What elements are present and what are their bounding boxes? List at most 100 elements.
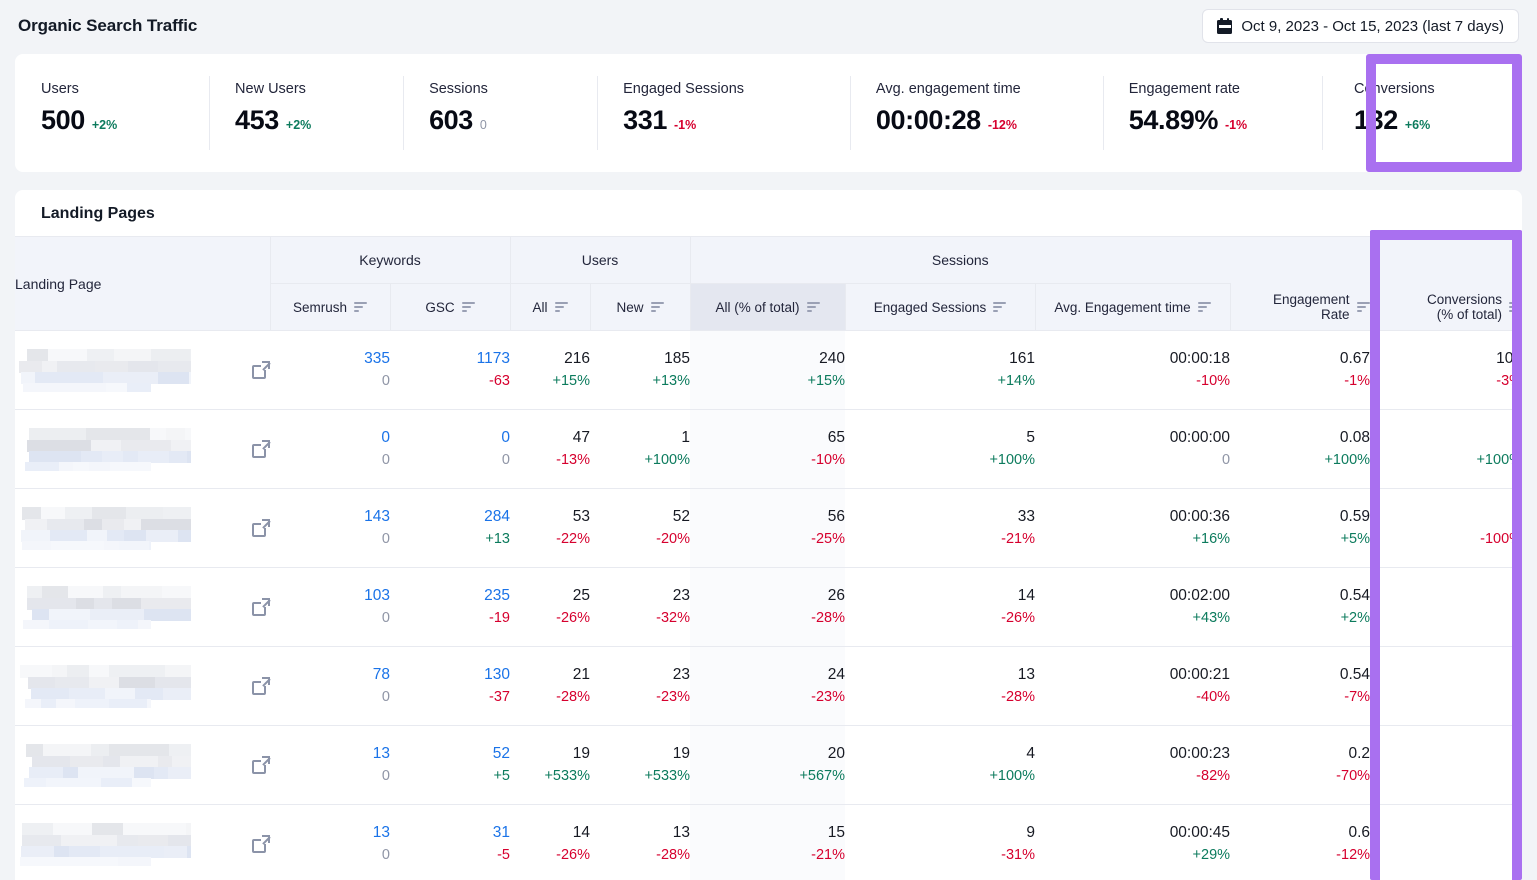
cell-delta: +14% [845,370,1035,393]
table-row[interactable]: 780130-3721-28%23-23%24-23%13-28%00:00:2… [15,647,1522,726]
table-row[interactable]: 1030235-1925-26%23-32%26-28%14-26%00:02:… [15,568,1522,647]
external-link-icon[interactable] [252,519,270,537]
kpi-sessions: Sessions 603 0 [403,54,597,172]
table-row[interactable]: 000047-13%1+100%65-10%5+100%00:00:0000.0… [15,410,1522,489]
external-link-icon[interactable] [252,598,270,616]
cell-sessions-all: 20+567% [690,726,845,805]
cell-conversions: 108-3% [1370,331,1522,410]
external-link-icon[interactable] [252,361,270,379]
cell-conversions: 0-100% [1370,489,1522,568]
cell-conversions: 00 [1370,726,1522,805]
sort-icon[interactable] [651,302,664,313]
landing-page-cell[interactable] [15,568,270,647]
header-landing-page[interactable]: Landing Page [15,237,270,331]
cell-gsc: 00 [390,410,510,489]
cell-users-all: 47-13% [510,410,590,489]
kpi-value: 500 [41,105,85,136]
header-gsc[interactable]: GSC [390,284,510,331]
cell-gsc: 1173-63 [390,331,510,410]
landing-page-cell[interactable] [15,647,270,726]
sort-icon[interactable] [462,302,475,313]
header-users-all[interactable]: All [510,284,590,331]
header-engagement-rate[interactable]: Engagement Rate [1230,284,1370,331]
external-link-icon[interactable] [252,756,270,774]
cell-value: 5 [845,426,1035,449]
table-row[interactable]: 1430284+1353-22%52-20%56-25%33-21%00:00:… [15,489,1522,568]
header-sessions-all-label: All (% of total) [715,300,799,315]
cell-value[interactable]: 0 [270,426,390,449]
date-range-picker[interactable]: Oct 9, 2023 - Oct 15, 2023 (last 7 days) [1202,9,1519,43]
cell-value[interactable]: 13 [270,821,390,844]
kpi-value: 603 [429,105,473,136]
header-conversions-label: Conversions (% of total) [1427,292,1502,322]
cell-value[interactable]: 284 [390,505,510,528]
cell-value[interactable]: 78 [270,663,390,686]
landing-page-cell[interactable] [15,410,270,489]
external-link-icon[interactable] [252,440,270,458]
header-engagement-rate-line2: Rate [1321,307,1350,322]
cell-engagement-rate: 0.54-7% [1230,647,1370,726]
header-conversions-line1: Conversions [1427,292,1502,307]
cell-gsc: 284+13 [390,489,510,568]
header-avg-engagement-time[interactable]: Avg. Engagement time [1035,284,1230,331]
cell-value[interactable]: 52 [390,742,510,765]
cell-value: 185 [590,347,690,370]
cell-delta: -23% [590,686,690,709]
external-link-icon[interactable] [252,835,270,853]
header-group-keywords: Keywords [270,237,510,284]
cell-value[interactable]: 130 [390,663,510,686]
header-semrush[interactable]: Semrush [270,284,390,331]
cell-delta: -10% [1035,370,1230,393]
sort-icon[interactable] [555,302,568,313]
cell-value[interactable]: 235 [390,584,510,607]
cell-value[interactable]: 335 [270,347,390,370]
cell-value[interactable]: 0 [390,426,510,449]
cell-delta: -5 [390,844,510,867]
kpi-new-users: New Users 453 +2% [209,54,403,172]
kpi-engaged-sessions: Engaged Sessions 331 -1% [597,54,850,172]
cell-value[interactable]: 31 [390,821,510,844]
cell-delta: -28% [510,686,590,709]
cell-delta: -28% [590,844,690,867]
landing-page-cell[interactable] [15,489,270,568]
landing-page-cell[interactable] [15,331,270,410]
header-users-new[interactable]: New [590,284,690,331]
table-row[interactable]: 33501173-63216+15%185+13%240+15%161+14%0… [15,331,1522,410]
sort-icon[interactable] [993,302,1006,313]
cell-value[interactable]: 1173 [390,347,510,370]
sort-icon[interactable] [1357,302,1370,313]
cell-delta: +5% [1230,528,1370,551]
sort-icon[interactable] [1509,302,1522,313]
table-row[interactable]: 13031-514-26%13-28%15-21%9-31%00:00:45+2… [15,805,1522,880]
kpi-label: Engaged Sessions [623,80,850,98]
cell-value[interactable]: 103 [270,584,390,607]
landing-page-cell[interactable] [15,805,270,880]
cell-value: 20 [690,742,845,765]
sort-icon[interactable] [354,302,367,313]
sort-icon[interactable] [1198,302,1211,313]
header-conversions[interactable]: Conversions (% of total) [1370,284,1522,331]
cell-value[interactable]: 143 [270,505,390,528]
external-link-icon[interactable] [252,677,270,695]
redacted-landing-page-url [15,584,244,630]
header-sessions-all[interactable]: All (% of total) [690,284,845,331]
cell-delta: -23% [690,686,845,709]
cell-delta: -28% [845,686,1035,709]
landing-pages-table: Landing Page Keywords Users Sessions Sem… [15,236,1522,880]
cell-semrush: 3350 [270,331,390,410]
cell-value: 0 [1370,505,1522,528]
redacted-landing-page-url [15,505,244,551]
sort-icon[interactable] [807,302,820,313]
landing-page-cell[interactable] [15,726,270,805]
redacted-landing-page-url [15,347,244,393]
cell-value: 00:00:21 [1035,663,1230,686]
header-engaged-sessions[interactable]: Engaged Sessions [845,284,1035,331]
cell-value[interactable]: 13 [270,742,390,765]
cell-gsc: 52+5 [390,726,510,805]
table-row[interactable]: 13052+519+533%19+533%20+567%4+100%00:00:… [15,726,1522,805]
kpi-value: 331 [623,105,667,136]
header-group-users: Users [510,237,690,284]
cell-avg-engagement-time: 00:00:18-10% [1035,331,1230,410]
cell-delta: -26% [845,607,1035,630]
cell-semrush: 1030 [270,568,390,647]
